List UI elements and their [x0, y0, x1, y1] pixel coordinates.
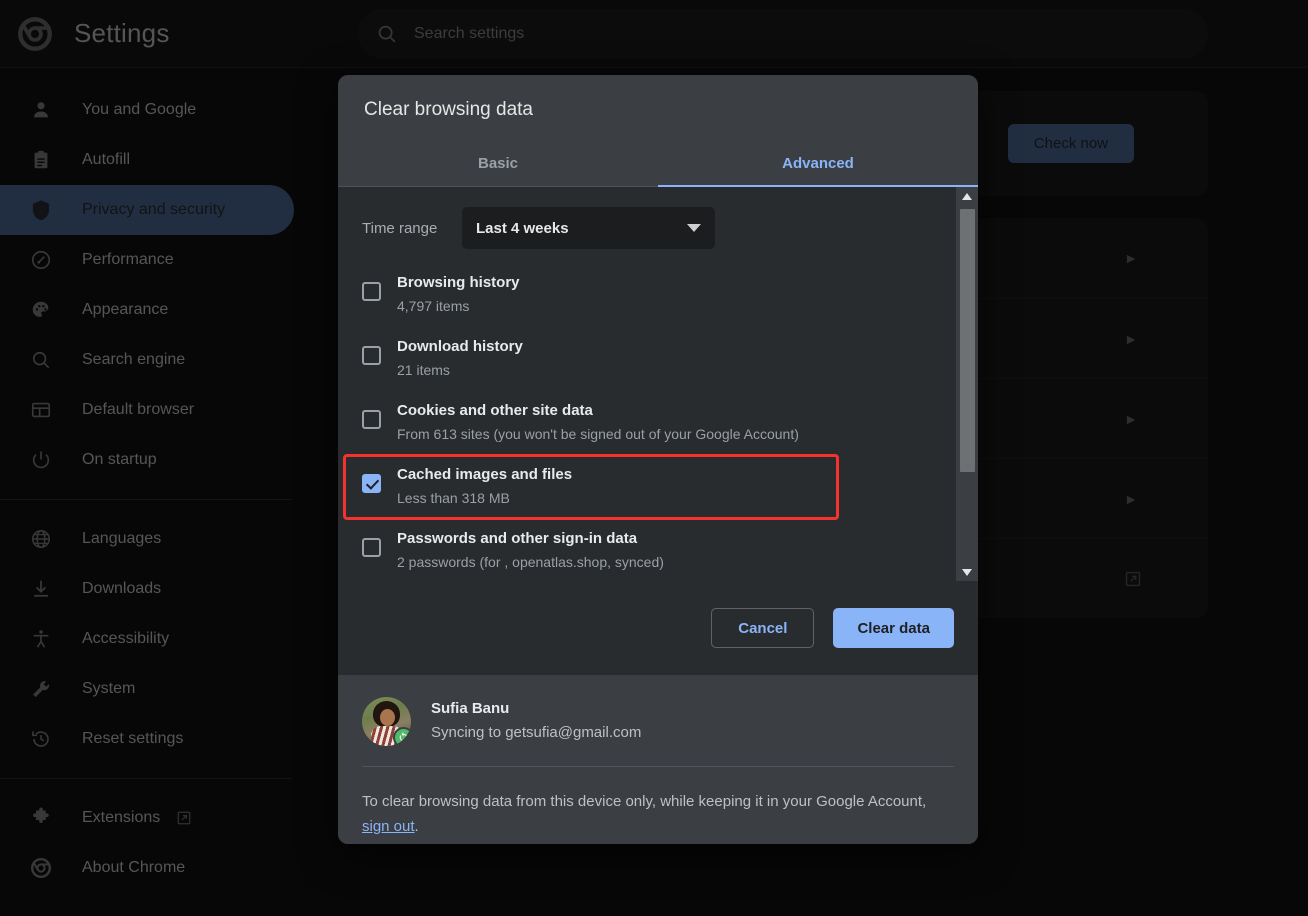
data-type-name: Browsing history	[397, 272, 520, 294]
data-type-description: 21 items	[397, 358, 523, 382]
footer-note-text-after: .	[415, 818, 419, 835]
checkbox-browsing-history[interactable]	[362, 282, 381, 301]
footer-note: To clear browsing data from this device …	[362, 767, 954, 839]
dialog-scrollbar[interactable]	[956, 187, 978, 581]
data-type-row-cookies[interactable]: Cookies and other site data From 613 sit…	[338, 391, 978, 455]
tab-advanced[interactable]: Advanced	[658, 139, 978, 187]
sync-icon	[393, 727, 411, 746]
data-type-name: Cookies and other site data	[397, 400, 799, 422]
dialog-footer: Sufia Banu Syncing to getsufia@gmail.com…	[338, 675, 978, 844]
sign-out-link[interactable]: sign out	[362, 818, 415, 835]
time-range-label: Time range	[362, 220, 462, 237]
data-type-row-passwords[interactable]: Passwords and other sign-in data 2 passw…	[338, 519, 978, 581]
data-type-row-cached-images[interactable]: Cached images and files Less than 318 MB	[344, 455, 838, 519]
account-sync-status: Syncing to getsufia@gmail.com	[431, 720, 641, 746]
time-range-select[interactable]: Last 4 weeks	[462, 207, 715, 249]
footer-note-text-before: To clear browsing data from this device …	[362, 793, 926, 810]
data-type-description: Less than 318 MB	[397, 486, 572, 510]
data-type-name: Cached images and files	[397, 464, 572, 486]
scroll-up-arrow-icon[interactable]	[956, 187, 978, 205]
time-range-row: Time range Last 4 weeks	[338, 187, 978, 263]
avatar	[362, 697, 411, 746]
checkbox-download-history[interactable]	[362, 346, 381, 365]
data-type-name: Download history	[397, 336, 523, 358]
checkbox-cached-images[interactable]	[362, 474, 381, 493]
tab-basic[interactable]: Basic	[338, 139, 658, 187]
chevron-down-icon	[687, 224, 701, 232]
data-type-row-download-history[interactable]: Download history 21 items	[338, 327, 978, 391]
checkbox-cookies[interactable]	[362, 410, 381, 429]
time-range-value: Last 4 weeks	[476, 220, 569, 237]
data-type-description: 4,797 items	[397, 294, 520, 318]
data-type-description: 2 passwords (for , openatlas.shop, synce…	[397, 550, 664, 574]
clear-browsing-data-dialog: Clear browsing data Basic Advanced Time …	[338, 75, 978, 844]
settings-window: Settings You and Google	[0, 0, 1308, 916]
dialog-title: Clear browsing data	[338, 75, 978, 139]
scroll-down-arrow-icon[interactable]	[956, 563, 978, 581]
avatar-face	[380, 709, 395, 726]
dialog-tabs: Basic Advanced	[338, 139, 978, 187]
account-name: Sufia Banu	[431, 698, 641, 720]
clear-data-button[interactable]: Clear data	[833, 608, 954, 648]
scrollbar-thumb[interactable]	[960, 209, 975, 472]
account-row: Sufia Banu Syncing to getsufia@gmail.com	[362, 675, 954, 766]
dialog-scroll-area[interactable]: Time range Last 4 weeks Browsing history…	[338, 187, 978, 581]
checkbox-passwords[interactable]	[362, 538, 381, 557]
cancel-button[interactable]: Cancel	[711, 608, 814, 648]
data-type-name: Passwords and other sign-in data	[397, 528, 664, 550]
data-type-description: From 613 sites (you won't be signed out …	[397, 422, 799, 446]
data-type-row-browsing-history[interactable]: Browsing history 4,797 items	[338, 263, 978, 327]
dialog-actions: Cancel Clear data	[338, 581, 978, 675]
